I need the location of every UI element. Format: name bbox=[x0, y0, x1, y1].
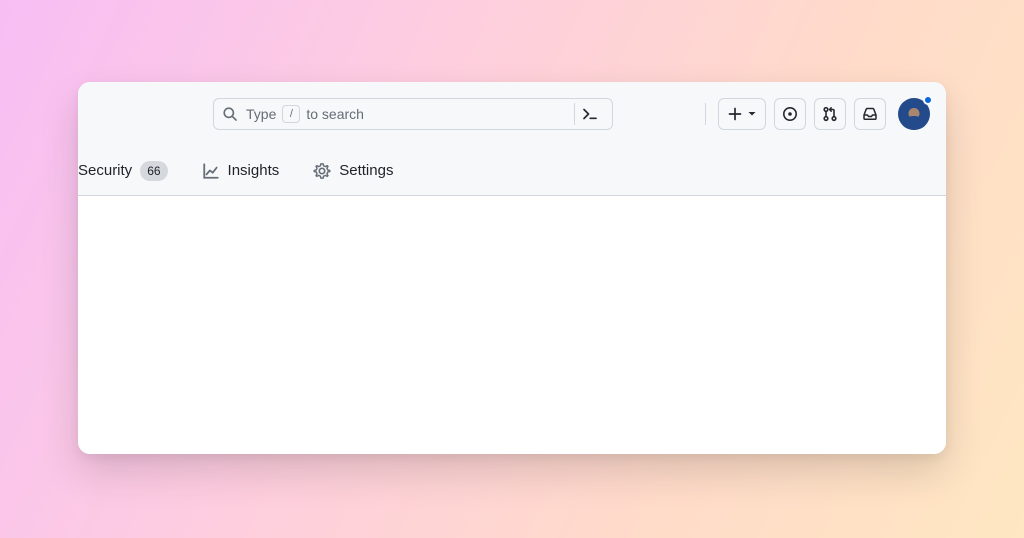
inbox-button[interactable] bbox=[854, 98, 886, 130]
search-placeholder-post: to search bbox=[306, 106, 364, 122]
tab-security[interactable]: Security 66 bbox=[78, 155, 178, 187]
tab-settings-label: Settings bbox=[339, 162, 393, 179]
search-input[interactable]: Type / to search bbox=[213, 98, 613, 130]
slash-key-icon: / bbox=[282, 105, 300, 123]
create-new-button[interactable] bbox=[718, 98, 766, 130]
pull-request-icon bbox=[822, 106, 838, 122]
main-content bbox=[78, 196, 946, 454]
graph-icon bbox=[202, 162, 220, 180]
tab-insights[interactable]: Insights bbox=[192, 156, 290, 186]
chevron-down-icon bbox=[747, 109, 757, 119]
app-window: Type / to search bbox=[78, 82, 946, 454]
command-palette-icon[interactable] bbox=[574, 103, 604, 125]
topbar: Type / to search bbox=[78, 82, 946, 146]
search-placeholder-pre: Type bbox=[246, 106, 276, 122]
issues-button[interactable] bbox=[774, 98, 806, 130]
plus-icon bbox=[727, 106, 743, 122]
divider bbox=[705, 103, 706, 125]
gear-icon bbox=[313, 162, 331, 180]
tab-insights-label: Insights bbox=[228, 162, 280, 179]
avatar-wrap bbox=[898, 98, 930, 130]
inbox-icon bbox=[862, 106, 878, 122]
topbar-actions bbox=[701, 98, 930, 130]
search-placeholder: Type / to search bbox=[246, 105, 574, 123]
notification-dot-icon bbox=[923, 95, 933, 105]
pull-requests-button[interactable] bbox=[814, 98, 846, 130]
tab-security-label: Security bbox=[78, 162, 132, 179]
tab-security-count: 66 bbox=[140, 161, 167, 181]
repo-tabs: Security 66 Insights Settings bbox=[78, 146, 946, 196]
issue-icon bbox=[782, 106, 798, 122]
search-icon bbox=[222, 106, 238, 122]
tab-settings[interactable]: Settings bbox=[303, 156, 403, 186]
